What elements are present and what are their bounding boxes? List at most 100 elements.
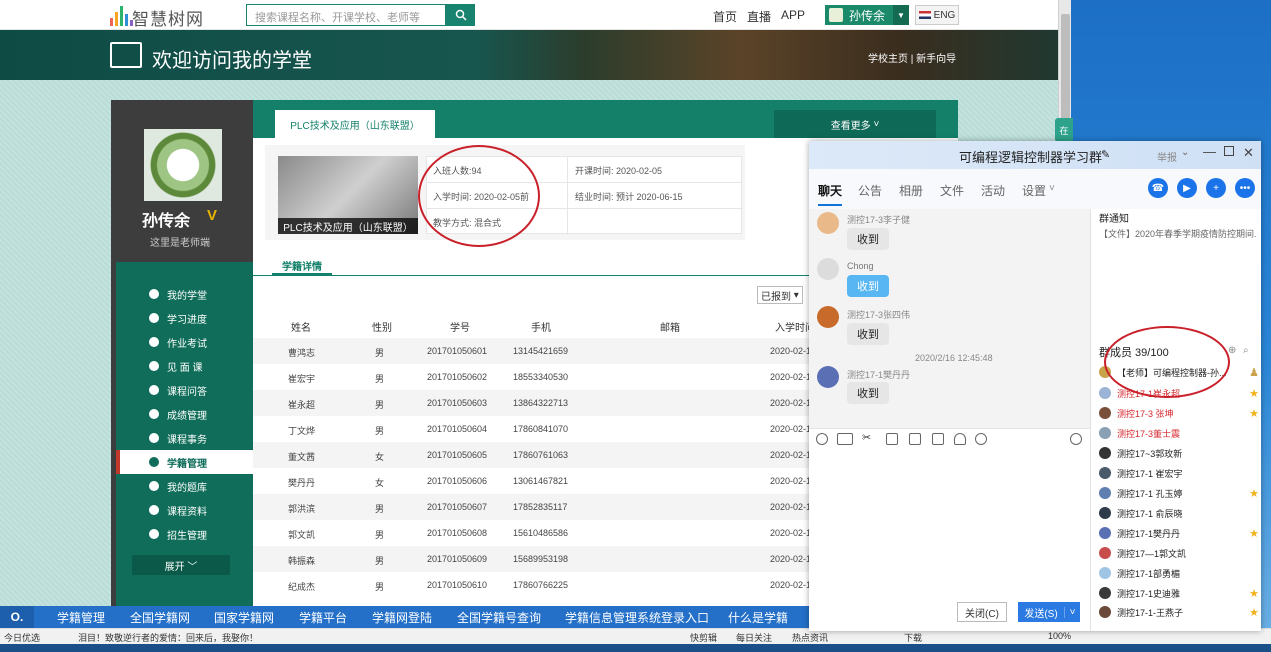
- tab-settings[interactable]: 设置: [1022, 182, 1046, 199]
- nav-home[interactable]: 首页: [713, 8, 737, 25]
- chevron-down-icon[interactable]: ˅: [1064, 606, 1080, 618]
- suggestion-link[interactable]: 学籍网登陆: [372, 609, 432, 626]
- search-icon[interactable]: ⌕: [1243, 345, 1249, 356]
- menu-item-meeting[interactable]: 见 面 课: [116, 354, 253, 378]
- nav-live[interactable]: 直播: [747, 8, 771, 25]
- suggestion-link[interactable]: 全国学籍号查询: [457, 609, 541, 626]
- status-item[interactable]: 每日关注: [736, 631, 772, 644]
- gallery-icon[interactable]: [909, 433, 921, 445]
- suggestion-link[interactable]: 学籍平台: [299, 609, 347, 626]
- menu-item-grades[interactable]: 成绩管理: [116, 402, 253, 426]
- menu-item-question-bank[interactable]: 我的题库: [116, 474, 253, 498]
- tab-course[interactable]: PLC技术及应用（山东联盟）: [275, 110, 435, 138]
- folder-icon[interactable]: [886, 433, 898, 445]
- scrollbar-thumb[interactable]: [1061, 14, 1070, 134]
- avatar[interactable]: [817, 258, 839, 280]
- menu-item-enrollment[interactable]: 学籍管理: [116, 450, 253, 474]
- suggestion-link[interactable]: 全国学籍网: [130, 609, 190, 626]
- avatar[interactable]: [144, 129, 222, 201]
- add-member-icon[interactable]: ⊕: [1228, 345, 1236, 356]
- menu-item-recruitment[interactable]: 招生管理: [116, 522, 253, 546]
- member-item[interactable]: 测控17-1 俞辰晓: [1099, 504, 1259, 522]
- tab-activity[interactable]: 活动: [981, 182, 1005, 199]
- side-float-tab[interactable]: 在: [1055, 118, 1073, 142]
- avatar[interactable]: [817, 366, 839, 388]
- minimize-icon[interactable]: —: [1203, 144, 1216, 159]
- member-item[interactable]: 测控17-1部勇楣: [1099, 564, 1259, 582]
- menu-item-qa[interactable]: 课程问答: [116, 378, 253, 402]
- member-item[interactable]: 测控17—1郭文凯: [1099, 544, 1259, 562]
- member-name: 测控17-3董士震: [1117, 428, 1181, 439]
- more-icon[interactable]: [975, 433, 987, 445]
- member-item[interactable]: 测控17-1史迪雅 ★: [1099, 584, 1259, 602]
- bell-icon[interactable]: [954, 433, 966, 445]
- video-icon[interactable]: ▶: [1177, 178, 1197, 198]
- menu-item-homework[interactable]: 作业考试: [116, 330, 253, 354]
- notice-body[interactable]: 【文件】2020年春季学期疫情防控期间...: [1099, 227, 1257, 240]
- tab-files[interactable]: 文件: [940, 182, 964, 199]
- menu-label: 见 面 课: [167, 362, 203, 374]
- cell-join: 2020-02-1: [770, 346, 812, 356]
- member-item[interactable]: 测控17-1 崔宏宇: [1099, 464, 1259, 482]
- send-button[interactable]: 发送(S) ˅: [1018, 602, 1080, 622]
- expand-button[interactable]: 展开 ﹀: [132, 555, 230, 575]
- more-icon[interactable]: •••: [1235, 178, 1255, 198]
- member-item[interactable]: 测控17-1 孔玉婷 ★: [1099, 484, 1259, 502]
- member-item[interactable]: 测控17-1樊丹丹 ★: [1099, 524, 1259, 542]
- suggestion-link[interactable]: 学籍管理: [57, 609, 105, 626]
- avatar: [1099, 587, 1111, 599]
- scissors-icon[interactable]: ✂: [862, 431, 874, 444]
- cell-join: 2020-02-1: [770, 580, 812, 590]
- tab-chat[interactable]: 聊天: [818, 182, 842, 199]
- suggestion-link[interactable]: 国家学籍网: [214, 609, 274, 626]
- chevron-down-icon[interactable]: ⌄: [1181, 147, 1189, 158]
- status-item[interactable]: 快剪辑: [690, 631, 717, 644]
- cell-gender: 男: [375, 426, 385, 436]
- close-button[interactable]: 关闭(C): [957, 602, 1007, 622]
- avatar[interactable]: [817, 306, 839, 328]
- menu-item-materials[interactable]: 课程资料: [116, 498, 253, 522]
- member-item[interactable]: 测控17~3郭玫新: [1099, 444, 1259, 462]
- status-item[interactable]: 热点资讯: [792, 631, 828, 644]
- close-icon[interactable]: ✕: [1243, 145, 1254, 161]
- menu-item-affairs[interactable]: 课程事务: [116, 426, 253, 450]
- phone-icon[interactable]: ☎: [1148, 178, 1168, 198]
- member-item[interactable]: 测控17-3 张坤 ★: [1099, 404, 1259, 422]
- report-link[interactable]: 举报: [1157, 149, 1177, 164]
- share-icon[interactable]: +: [1206, 178, 1226, 198]
- member-item[interactable]: 测控17-1-王燕子 ★: [1099, 603, 1259, 621]
- member-item[interactable]: 测控17-3董士震: [1099, 424, 1259, 442]
- suggestion-link[interactable]: 学籍信息管理系统登录入口: [565, 609, 709, 626]
- suggestion-link[interactable]: 什么是学籍: [728, 609, 788, 626]
- menu-item-progress[interactable]: 学习进度: [116, 306, 253, 330]
- status-filter[interactable]: 已报到 ▾: [757, 286, 803, 304]
- zoom-level[interactable]: 100%: [1048, 631, 1071, 641]
- avatar[interactable]: [817, 212, 839, 234]
- user-menu[interactable]: 孙传余 ▼: [825, 5, 909, 25]
- status-item[interactable]: 下载: [904, 631, 922, 644]
- cell-gender: 男: [375, 504, 385, 514]
- emoji-icon[interactable]: [816, 433, 828, 445]
- edit-icon[interactable]: ✎: [1101, 148, 1110, 161]
- tab-announcement[interactable]: 公告: [858, 182, 882, 199]
- tab-album[interactable]: 相册: [899, 182, 923, 199]
- subtab-roster[interactable]: 学籍详情: [282, 258, 322, 273]
- language-switch[interactable]: ENG: [915, 5, 959, 25]
- search-button[interactable]: [446, 4, 475, 26]
- banner-links[interactable]: 学校主页 | 新手向导: [868, 50, 956, 65]
- view-more-button[interactable]: 查看更多 ˅: [774, 110, 936, 138]
- status-left[interactable]: 今日优选: [4, 631, 40, 644]
- image-icon[interactable]: [932, 433, 944, 445]
- maximize-icon[interactable]: [1224, 146, 1234, 156]
- nav-app[interactable]: APP: [781, 8, 805, 22]
- search-input[interactable]: 搜索课程名称、开课学校、老师等: [246, 4, 446, 26]
- menu-item-my-school[interactable]: 我的学堂: [116, 282, 253, 306]
- gif-icon[interactable]: [837, 433, 853, 445]
- history-icon[interactable]: [1070, 433, 1082, 445]
- status-news[interactable]: 泪目！致敬逆行者的爱情：回来后，我娶你！: [78, 631, 258, 644]
- avatar: [1099, 567, 1111, 579]
- search-engine-icon[interactable]: O.: [0, 606, 34, 628]
- chat-titlebar: 可编程逻辑控制器学习群 ✎ 举报 ⌄ — ✕: [809, 141, 1261, 169]
- logo-text[interactable]: 智慧树网: [132, 5, 204, 30]
- logo-icon[interactable]: [110, 4, 133, 26]
